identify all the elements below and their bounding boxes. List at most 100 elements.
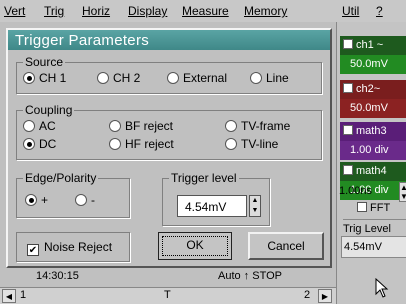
channel-math3[interactable]: math3 1.00 div [340,122,406,162]
trigger-level-input[interactable]: 4.54mV [177,195,247,217]
menu-util[interactable]: Util [342,4,359,18]
coupling-tv-line-radio-icon[interactable] [225,138,237,150]
noise-reject-box: ✔ Noise Reject [16,232,130,262]
channel-math4-name: math4 [356,165,387,177]
source-external-label: External [183,71,228,85]
channel-ch1-name: ch1 ~ [356,39,384,51]
coupling-ac-label: AC [39,119,56,133]
source-group: Source CH 1 CH 2 External Line [16,55,322,94]
coupling-radio-tv-frame[interactable]: TV-frame [225,119,290,133]
coupling-hf-reject-radio-icon[interactable] [109,138,121,150]
channel-math4-header[interactable]: math4 [340,162,406,181]
coupling-radio-tv-line[interactable]: TV-line [225,137,278,151]
noise-reject-checkbox[interactable]: ✔ Noise Reject [27,240,112,256]
scroll-marker-2: 2 [304,289,311,301]
coupling-label: Coupling [23,103,75,117]
channel-math3-checkbox[interactable] [343,125,353,135]
channel-ch1-header[interactable]: ch1 ~ [340,36,406,55]
source-ch2-radio-icon[interactable] [97,72,109,84]
source-line-radio-icon[interactable] [250,72,262,84]
menu-trig[interactable]: Trig [44,4,64,18]
source-label: Source [23,55,66,69]
channel-ch2-name: ch2~ [356,83,381,95]
channel-ch2-header[interactable]: ch2~ [340,80,406,99]
trigger-level-spinner[interactable]: ▲ ▼ [249,195,261,217]
coupling-group: Coupling AC BF reject TV-frame DC HF rej… [16,103,322,160]
dialog-title: Trigger Parameters [15,32,150,49]
channel-math3-name: math3 [356,125,387,137]
edge-radio-minus[interactable]: - [75,193,95,207]
source-external-radio-icon[interactable] [167,72,179,84]
channel-ch1-scale: 50.0mV [340,55,406,74]
source-ch1-label: CH 1 [39,71,67,85]
coupling-tv-line-label: TV-line [241,137,279,151]
menu-display[interactable]: Display [128,4,167,18]
scroll-marker-trigger: T [164,289,171,301]
channel-ch1[interactable]: ch1 ~ 50.0mV [340,36,406,76]
coupling-dc-label: DC [39,137,57,151]
horizontal-scrollbar[interactable]: ◀ 1 T 2 ▶ [0,287,336,304]
coupling-radio-ac[interactable]: AC [23,119,56,133]
coupling-tv-frame-radio-icon[interactable] [225,120,237,132]
noise-reject-label: Noise Reject [44,240,113,254]
menu-measure[interactable]: Measure [182,4,229,18]
coupling-dc-radio-icon[interactable] [23,138,35,150]
edge-minus-label: - [91,193,95,207]
coupling-hf-reject-label: HF reject [125,137,174,151]
fft-label: FFT [370,202,391,214]
channel-ch2-scale: 50.0mV [340,99,406,118]
channel-ch2-checkbox[interactable] [343,83,353,93]
trigger-level-label: Trigger level [169,171,239,185]
edge-polarity-group: Edge/Polarity + - [16,171,130,218]
coupling-bf-reject-radio-icon[interactable] [109,120,121,132]
source-radio-line[interactable]: Line [250,71,289,85]
menu-vert[interactable]: Vert [4,4,25,18]
source-radio-external[interactable]: External [167,71,227,85]
trigger-status: Auto ↑ STOP [218,270,282,282]
menu-help[interactable]: ? [376,4,383,18]
channel-panel: ch1 ~ 50.0mV ch2~ 50.0mV math3 1.00 div … [336,22,406,304]
scroll-right-arrow-icon[interactable]: ▶ [318,289,332,303]
channel-math3-header[interactable]: math3 [340,122,406,141]
cancel-button[interactable]: Cancel [248,232,324,260]
trigger-level-group: Trigger level 4.54mV ▲ ▼ [162,171,270,226]
trig-level-readout[interactable]: 4.54mV [341,236,406,258]
timebase-spinner[interactable]: ▲ ▼ [399,182,406,202]
source-ch1-radio-icon[interactable] [23,72,35,84]
scroll-left-arrow-icon[interactable]: ◀ [2,289,16,303]
coupling-radio-bf-reject[interactable]: BF reject [109,119,173,133]
edge-minus-radio-icon[interactable] [75,194,87,206]
timebase-value: 1.00ns [339,185,373,197]
source-radio-ch2[interactable]: CH 2 [97,71,140,85]
channel-math4-checkbox[interactable] [343,165,353,175]
edge-plus-radio-icon[interactable] [25,194,37,206]
fft-checkbox[interactable] [357,202,367,212]
dialog-title-bar[interactable]: Trigger Parameters [8,30,330,50]
trig-level-label: Trig Level [343,219,406,235]
scroll-marker-1: 1 [20,289,27,301]
menu-memory[interactable]: Memory [244,4,287,18]
edge-radio-plus[interactable]: + [25,193,48,207]
ok-button[interactable]: OK [158,232,232,260]
coupling-ac-radio-icon[interactable] [23,120,35,132]
edge-polarity-label: Edge/Polarity [23,171,99,185]
status-line: 14:30:15 Auto ↑ STOP [0,268,336,286]
noise-reject-check-icon[interactable]: ✔ [27,244,39,256]
channel-math3-scale: 1.00 div [340,141,406,160]
source-line-label: Line [266,71,289,85]
coupling-tv-frame-label: TV-frame [241,119,291,133]
mouse-pointer-icon [375,278,389,298]
channel-ch1-checkbox[interactable] [343,39,353,49]
source-radio-ch1[interactable]: CH 1 [23,71,66,85]
coupling-radio-dc[interactable]: DC [23,137,56,151]
channel-ch2[interactable]: ch2~ 50.0mV [340,80,406,120]
coupling-radio-hf-reject[interactable]: HF reject [109,137,174,151]
fft-toggle[interactable]: FFT [357,202,390,214]
menu-bar: Vert Trig Horiz Display Measure Memory U… [0,0,406,22]
trigger-parameters-dialog: Trigger Parameters Source CH 1 CH 2 Exte… [6,28,332,268]
coupling-bf-reject-label: BF reject [125,119,174,133]
menu-horiz[interactable]: Horiz [82,4,110,18]
edge-plus-label: + [41,193,49,207]
clock-time: 14:30:15 [36,270,79,282]
source-ch2-label: CH 2 [113,71,141,85]
